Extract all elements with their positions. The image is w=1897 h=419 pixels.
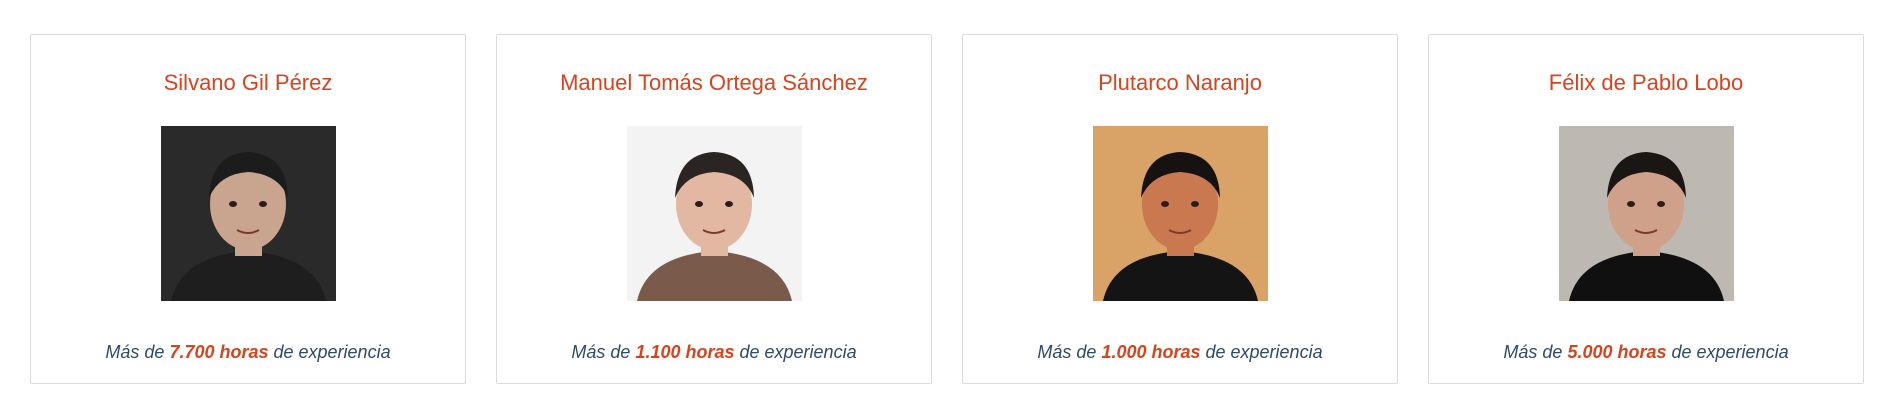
left-eye [229,201,237,207]
experience-hours: 1.100 horas [635,342,735,362]
experience-text: Más de 1.000 horas de experiencia [963,341,1397,363]
experience-text: Más de 5.000 horas de experiencia [1429,341,1863,363]
experience-text: Más de 7.700 horas de experiencia [31,341,465,363]
expert-name[interactable]: Silvano Gil Pérez [31,69,465,97]
portrait-drawing [627,126,802,301]
experience-suffix: de experiencia [268,342,391,362]
experience-suffix: de experiencia [1200,342,1323,362]
person-portrait-icon [627,126,802,301]
experience-prefix: Más de [1037,342,1102,362]
experience-hours: 7.700 horas [169,342,269,362]
right-eye [725,201,733,207]
experience-hours: 5.000 horas [1567,342,1667,362]
portrait-drawing [161,126,336,301]
experience-prefix: Más de [571,342,636,362]
expert-card: Manuel Tomás Ortega Sánchez Más de 1.100… [496,34,932,384]
right-eye [259,201,267,207]
right-eye [1191,201,1199,207]
portrait-drawing [1093,126,1268,301]
portrait-drawing [1559,126,1734,301]
expert-name[interactable]: Plutarco Naranjo [963,69,1397,97]
expert-name[interactable]: Manuel Tomás Ortega Sánchez [497,69,931,97]
left-eye [1627,201,1635,207]
experience-suffix: de experiencia [734,342,857,362]
experience-prefix: Más de [105,342,170,362]
experience-hours: 1.000 horas [1101,342,1201,362]
left-eye [1161,201,1169,207]
expert-card: Plutarco Naranjo Más de 1.000 horas de e… [962,34,1398,384]
experts-list: Silvano Gil Pérez Más de 7.700 horas de … [30,34,1864,384]
person-portrait-icon [1559,126,1734,301]
experience-prefix: Más de [1503,342,1568,362]
left-eye [695,201,703,207]
experience-suffix: de experiencia [1666,342,1789,362]
experience-text: Más de 1.100 horas de experiencia [497,341,931,363]
right-eye [1657,201,1665,207]
person-portrait-icon [1093,126,1268,301]
expert-card: Silvano Gil Pérez Más de 7.700 horas de … [30,34,466,384]
expert-card: Félix de Pablo Lobo Más de 5.000 horas d… [1428,34,1864,384]
person-portrait-icon [161,126,336,301]
expert-name[interactable]: Félix de Pablo Lobo [1429,69,1863,97]
